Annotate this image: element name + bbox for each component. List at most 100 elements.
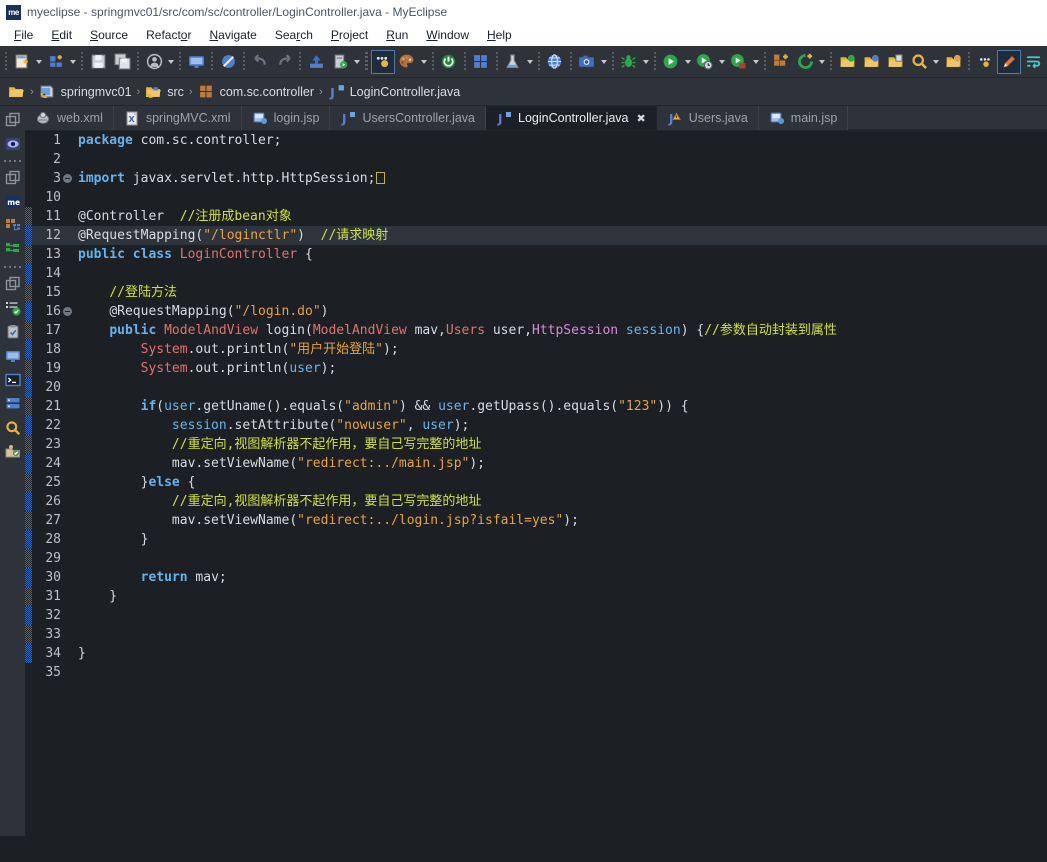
chevron-down-icon[interactable] <box>751 51 761 73</box>
menu-search[interactable]: Search <box>267 26 321 44</box>
search-icon[interactable] <box>907 50 931 74</box>
code-line[interactable]: 19 System.out.println(user); <box>25 359 1047 378</box>
code-editor[interactable]: 1 package com.sc.controller; 2 3 import java… <box>25 131 1047 836</box>
redo-arrow-icon[interactable] <box>272 50 296 74</box>
menu-refactor[interactable]: Refactor <box>138 26 199 44</box>
flask-icon[interactable] <box>501 50 525 74</box>
menu-edit[interactable]: Edit <box>43 26 80 44</box>
word-wrap-icon[interactable] <box>1021 50 1045 74</box>
code-line[interactable]: 18 System.out.println("用户开始登陆"); <box>25 340 1047 359</box>
menu-run[interactable]: Run <box>378 26 416 44</box>
breadcrumb-item-com-sc-controller[interactable]: com.sc.controller <box>198 83 314 100</box>
code-line[interactable]: 31 } <box>25 587 1047 606</box>
palette-icon[interactable] <box>395 50 419 74</box>
myeclipse-view[interactable]: me <box>0 190 25 214</box>
menu-window[interactable]: Window <box>418 26 477 44</box>
breadcrumb-item-root[interactable] <box>8 83 25 100</box>
pencil-icon[interactable] <box>997 49 1022 74</box>
problems-view[interactable] <box>0 320 25 344</box>
fold-toggle-icon[interactable] <box>62 174 73 183</box>
open-type-icon[interactable] <box>835 50 859 74</box>
menu-help[interactable]: Help <box>479 26 520 44</box>
code-line[interactable]: 11 @Controller //注册成bean对象 <box>25 207 1047 226</box>
code-line[interactable]: 22 session.setAttribute("nowuser", user)… <box>25 416 1047 435</box>
type-hierarchy-view[interactable] <box>0 238 25 262</box>
new-wizard-icon[interactable] <box>44 50 68 74</box>
code-line[interactable]: 25 }else { <box>25 473 1047 492</box>
breadcrumb-item-src[interactable]: src <box>145 83 184 100</box>
chevron-down-icon[interactable] <box>525 51 535 73</box>
open-other-icon[interactable] <box>941 50 965 74</box>
breadcrumb-item-logincontroller-java[interactable]: J LoginController.java <box>328 83 460 101</box>
new-file-icon[interactable] <box>10 50 34 74</box>
chevron-down-icon[interactable] <box>166 51 176 73</box>
perspective-icon[interactable] <box>370 49 395 74</box>
deploy-icon[interactable] <box>304 50 328 74</box>
no-entry-icon[interactable] <box>216 50 240 74</box>
chevron-down-icon[interactable] <box>34 51 44 73</box>
servers-view[interactable] <box>0 344 25 368</box>
save-icon[interactable] <box>86 50 110 74</box>
code-line[interactable]: 16 @RequestMapping("/login.do") <box>25 302 1047 321</box>
undo-arrow-icon[interactable] <box>248 50 272 74</box>
code-line[interactable]: 26 //重定向,视图解析器不起作用，要自己写完整的地址 <box>25 492 1047 511</box>
chevron-down-icon[interactable] <box>641 51 651 73</box>
menu-navigate[interactable]: Navigate <box>201 26 264 44</box>
server-icon[interactable] <box>328 50 352 74</box>
outline-view[interactable] <box>0 132 25 156</box>
chevron-down-icon[interactable] <box>931 51 941 73</box>
code-line[interactable]: 35 <box>25 663 1047 682</box>
code-line[interactable]: 15 //登陆方法 <box>25 283 1047 302</box>
restore-view-3[interactable] <box>0 272 25 296</box>
code-line[interactable]: 17 public ModelAndView login(ModelAndVie… <box>25 321 1047 340</box>
new-package-icon[interactable] <box>769 50 793 74</box>
chevron-down-icon[interactable] <box>419 51 429 73</box>
close-icon[interactable]: ✖ <box>637 112 646 125</box>
menu-project[interactable]: Project <box>323 26 376 44</box>
new-class-icon[interactable] <box>793 50 817 74</box>
snippets-view[interactable] <box>0 440 25 464</box>
tasks-view[interactable] <box>0 296 25 320</box>
search-view[interactable] <box>0 416 25 440</box>
open-resource-icon[interactable] <box>859 50 883 74</box>
save-all-icon[interactable] <box>110 50 134 74</box>
code-line[interactable]: 2 <box>25 150 1047 169</box>
code-line[interactable]: 10 <box>25 188 1047 207</box>
code-line[interactable]: 29 <box>25 549 1047 568</box>
debug-bug-icon[interactable] <box>617 50 641 74</box>
db-browser-view[interactable] <box>0 392 25 416</box>
chevron-down-icon[interactable] <box>717 51 727 73</box>
console-view[interactable] <box>0 368 25 392</box>
code-line[interactable]: 30 return mav; <box>25 568 1047 587</box>
code-line[interactable]: 24 mav.setViewName("redirect:../main.jsp… <box>25 454 1047 473</box>
code-line[interactable]: 13 public class LoginController { <box>25 245 1047 264</box>
code-line[interactable]: 12 @RequestMapping("/loginctlr") //请求映射 <box>25 226 1047 245</box>
editor-tab-users-java[interactable]: J Users.java <box>657 106 759 130</box>
chevron-down-icon[interactable] <box>683 51 693 73</box>
chevron-down-icon[interactable] <box>68 51 78 73</box>
code-line[interactable]: 28 } <box>25 530 1047 549</box>
camera-icon[interactable] <box>575 50 599 74</box>
editor-tab-logincontroller-java[interactable]: J LoginController.java ✖ <box>486 106 657 130</box>
restore-view[interactable] <box>0 108 25 132</box>
code-line[interactable]: 3 import javax.servlet.http.HttpSession; <box>25 169 1047 188</box>
editor-tab-web-xml[interactable]: web.xml <box>25 106 114 130</box>
power-icon[interactable] <box>437 50 461 74</box>
breadcrumb-item-springmvc01[interactable]: springmvc01 <box>39 83 132 100</box>
code-line[interactable]: 33 <box>25 625 1047 644</box>
editor-tab-main-jsp[interactable]: main.jsp <box>759 106 849 130</box>
fold-toggle-icon[interactable] <box>62 307 73 316</box>
open-task-icon[interactable] <box>883 50 907 74</box>
chevron-down-icon[interactable] <box>352 51 362 73</box>
menu-source[interactable]: Source <box>82 26 136 44</box>
code-line[interactable]: 1 package com.sc.controller; <box>25 131 1047 150</box>
run-stop-icon[interactable] <box>727 50 751 74</box>
layout-icon[interactable] <box>469 50 493 74</box>
globe-icon[interactable] <box>543 50 567 74</box>
editor-tab-userscontroller-java[interactable]: J UsersController.java <box>330 106 487 130</box>
code-line[interactable]: 34} <box>25 644 1047 663</box>
menu-file[interactable]: File <box>6 26 41 44</box>
code-line[interactable]: 20 <box>25 378 1047 397</box>
monitor-icon[interactable] <box>184 50 208 74</box>
run-icon[interactable] <box>659 50 683 74</box>
